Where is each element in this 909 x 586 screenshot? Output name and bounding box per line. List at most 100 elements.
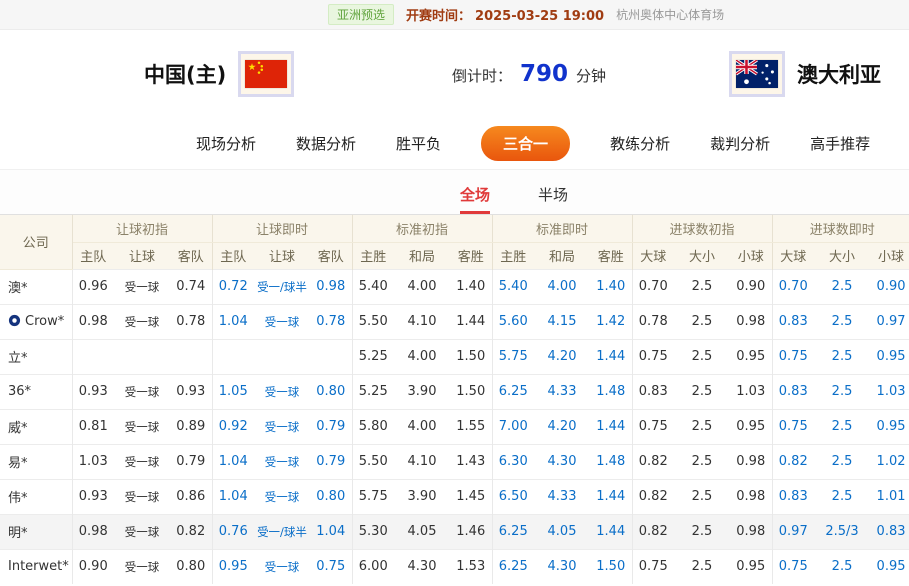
odds-cell: 2.5 — [674, 409, 730, 444]
nav-tab-1[interactable]: 数据分析 — [296, 133, 356, 154]
odds-cell: 1.04 — [212, 304, 254, 339]
sub-header: 客胜 — [590, 242, 632, 269]
odds-row: 易*1.03受一球0.791.04受一球0.795.504.101.436.30… — [0, 444, 909, 479]
sub-header: 客队 — [170, 242, 212, 269]
subtab-0[interactable]: 全场 — [460, 184, 490, 214]
sub-header: 大球 — [772, 242, 814, 269]
sub-header: 主胜 — [352, 242, 394, 269]
odds-cell: 0.82 — [772, 444, 814, 479]
odds-cell: 2.5 — [674, 374, 730, 409]
sub-header: 大球 — [632, 242, 674, 269]
odds-row: 明*0.98受一球0.820.76受一/球半1.045.304.051.466.… — [0, 514, 909, 549]
company-cell: 澳* — [0, 269, 72, 304]
odds-cell: 1.45 — [450, 479, 492, 514]
odds-cell: 4.10 — [394, 444, 450, 479]
odds-cell: 0.98 — [730, 304, 772, 339]
odds-cell: 0.83 — [632, 374, 674, 409]
company-cell: Interwet* — [0, 549, 72, 584]
odds-cell: 受一球 — [114, 514, 170, 549]
odds-cell: 0.95 — [212, 549, 254, 584]
odds-cell: 6.25 — [492, 374, 534, 409]
subtab-1[interactable]: 半场 — [538, 184, 568, 214]
nav-tab-5[interactable]: 裁判分析 — [710, 133, 770, 154]
odds-cell: 4.30 — [534, 444, 590, 479]
sub-header: 主队 — [72, 242, 114, 269]
odds-cell: 5.80 — [352, 409, 394, 444]
odds-cell: 2.5 — [814, 479, 870, 514]
odds-cell: 0.90 — [730, 269, 772, 304]
nav-tabs: 现场分析 数据分析 胜平负 三合一 教练分析 裁判分析 高手推荐 — [0, 118, 909, 170]
odds-cell: 0.70 — [772, 269, 814, 304]
odds-cell: 7.00 — [492, 409, 534, 444]
odds-cell: 2.5 — [674, 269, 730, 304]
nav-tab-4[interactable]: 教练分析 — [610, 133, 670, 154]
nav-tab-2[interactable]: 胜平负 — [396, 133, 441, 154]
company-cell: 明* — [0, 514, 72, 549]
sub-header: 大小 — [814, 242, 870, 269]
odds-cell: 2.5 — [814, 374, 870, 409]
odds-table: 公司让球初指让球即时标准初指标准即时进球数初指进球数即时主队让球客队主队让球客队… — [0, 215, 909, 584]
odds-cell: 受一球 — [114, 549, 170, 584]
odds-cell: 0.93 — [72, 374, 114, 409]
odds-cell: 6.50 — [492, 479, 534, 514]
nav-tab-6[interactable]: 高手推荐 — [810, 133, 870, 154]
kickoff-datetime: 2025-03-25 19:00 — [475, 9, 604, 24]
odds-cell: 2.5 — [814, 339, 870, 374]
odds-cell: 0.95 — [730, 409, 772, 444]
odds-cell: 0.95 — [870, 339, 909, 374]
odds-cell: 0.86 — [170, 479, 212, 514]
odds-cell: 受一球 — [254, 549, 310, 584]
sub-header: 主队 — [212, 242, 254, 269]
odds-cell: 1.03 — [72, 444, 114, 479]
odds-row: Crow*0.98受一球0.781.04受一球0.785.504.101.445… — [0, 304, 909, 339]
odds-cell: 0.93 — [72, 479, 114, 514]
odds-cell: 1.04 — [310, 514, 352, 549]
league-badge: 亚洲预选 — [328, 4, 394, 25]
odds-cell: 0.82 — [632, 479, 674, 514]
odds-cell: 4.20 — [534, 339, 590, 374]
sub-header: 和局 — [534, 242, 590, 269]
odds-cell: 2.5 — [814, 409, 870, 444]
odds-cell: 0.93 — [170, 374, 212, 409]
odds-cell: 0.75 — [772, 549, 814, 584]
odds-cell: 0.78 — [310, 304, 352, 339]
odds-cell: 4.05 — [534, 514, 590, 549]
odds-cell: 1.02 — [870, 444, 909, 479]
odds-cell: 4.30 — [394, 549, 450, 584]
venue-name: 杭州奥体中心体育场 — [616, 6, 724, 23]
odds-cell: 1.50 — [450, 374, 492, 409]
odds-cell: 1.55 — [450, 409, 492, 444]
odds-cell: 受一球 — [114, 269, 170, 304]
countdown-value: 790 — [520, 61, 568, 87]
odds-cell: 2.5/3 — [814, 514, 870, 549]
odds-cell: 0.82 — [170, 514, 212, 549]
odds-cell: 2.5 — [814, 549, 870, 584]
odds-cell: 受一球 — [254, 304, 310, 339]
countdown-label: 倒计时： — [452, 65, 512, 86]
odds-cell: 1.48 — [590, 444, 632, 479]
odds-cell: 0.98 — [72, 304, 114, 339]
odds-cell: 0.98 — [730, 444, 772, 479]
odds-cell — [170, 339, 212, 374]
odds-cell: 受一球 — [114, 479, 170, 514]
company-name: 威* — [8, 421, 28, 436]
odds-cell: 1.01 — [870, 479, 909, 514]
odds-cell: 4.05 — [394, 514, 450, 549]
odds-cell: 0.74 — [170, 269, 212, 304]
group-header-5: 进球数即时 — [772, 215, 909, 242]
odds-cell: 0.98 — [730, 514, 772, 549]
top-bar: 亚洲预选 开赛时间：2025-03-25 19:00 杭州奥体中心体育场 — [0, 0, 909, 30]
sub-header: 小球 — [730, 242, 772, 269]
odds-cell: 1.42 — [590, 304, 632, 339]
nav-tab-3[interactable]: 三合一 — [481, 126, 570, 161]
odds-cell: 0.75 — [632, 409, 674, 444]
odds-cell: 0.83 — [772, 479, 814, 514]
company-cell: 易* — [0, 444, 72, 479]
odds-cell: 2.5 — [674, 304, 730, 339]
odds-cell: 0.79 — [170, 444, 212, 479]
odds-row: 36*0.93受一球0.931.05受一球0.805.253.901.506.2… — [0, 374, 909, 409]
odds-cell: 1.03 — [730, 374, 772, 409]
nav-tab-0[interactable]: 现场分析 — [196, 133, 256, 154]
company-name: 立* — [8, 351, 28, 366]
odds-cell: 4.00 — [394, 339, 450, 374]
